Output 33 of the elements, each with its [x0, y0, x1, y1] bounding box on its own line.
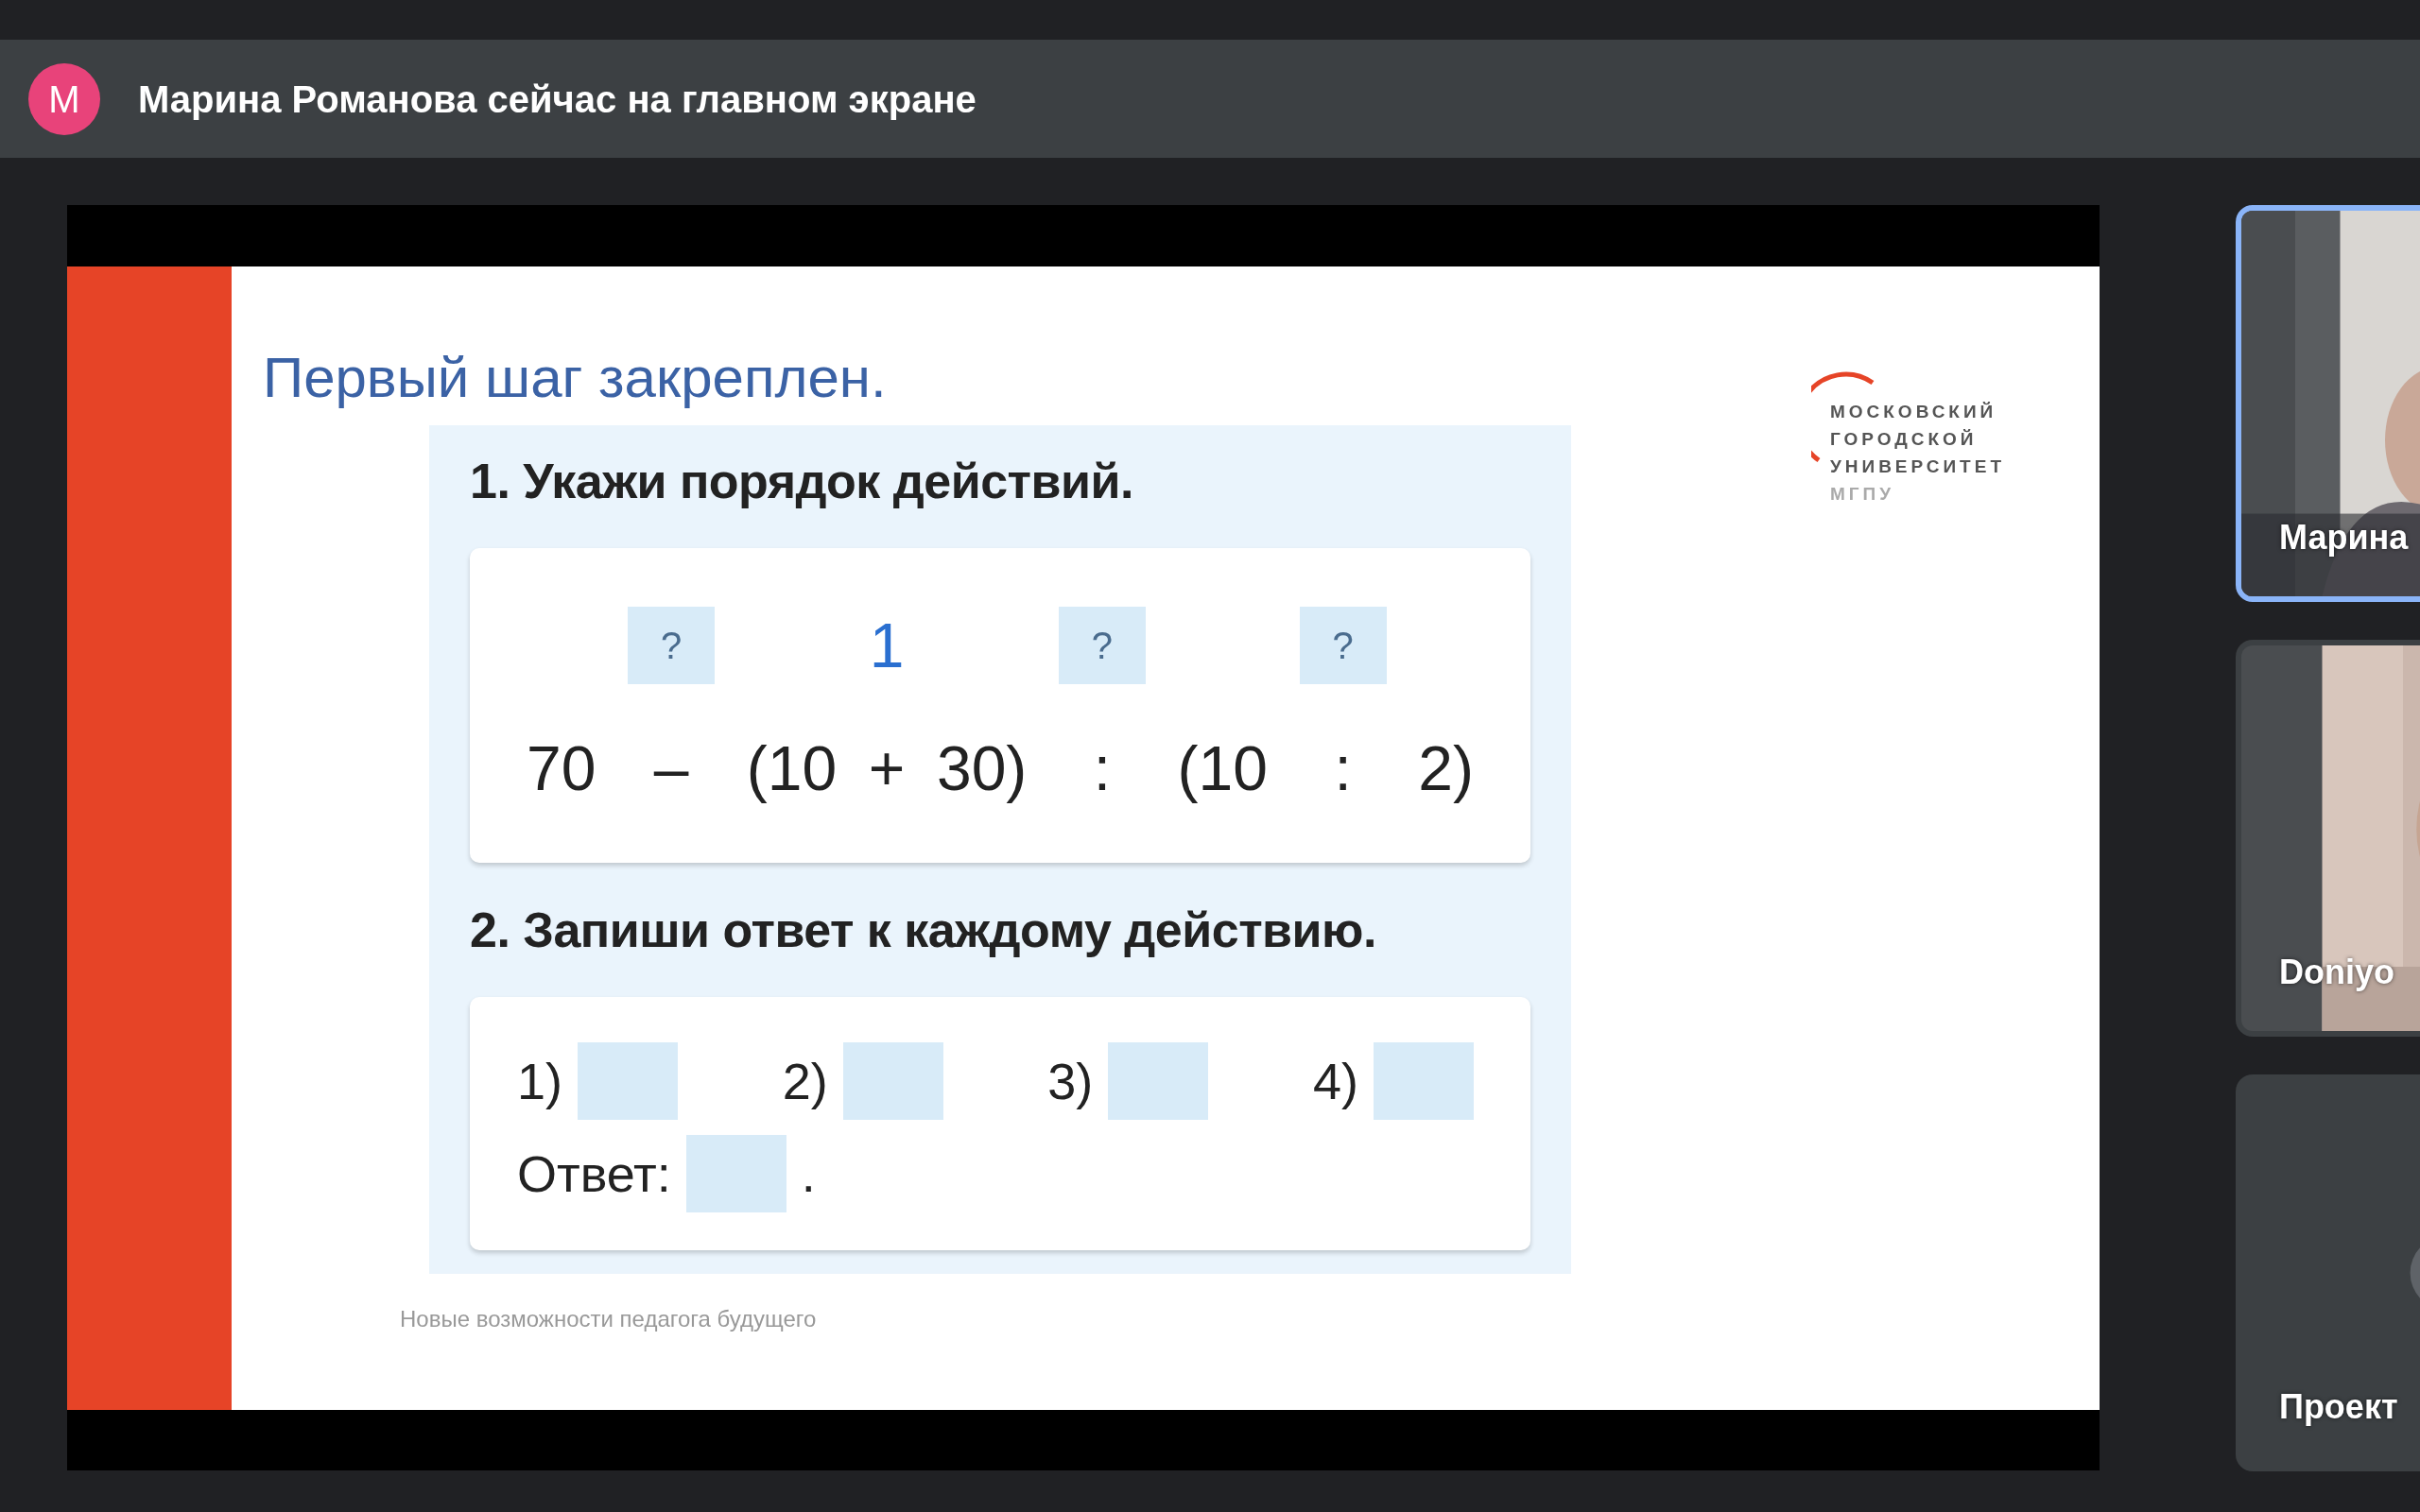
participant-tile[interactable]: Марина	[2236, 205, 2420, 602]
participant-name: Проект	[2279, 1386, 2398, 1428]
number-text: 30)	[936, 732, 1028, 805]
task-heading: 1. Укажи порядок действий.	[470, 453, 1134, 510]
participant-tile[interactable]: Проект	[2236, 1074, 2420, 1471]
operator-sign: –	[653, 732, 689, 805]
order-box: ?	[1299, 607, 1387, 684]
operator-sign: +	[868, 732, 906, 805]
step-label: 3)	[1047, 1051, 1094, 1111]
avatar: М	[28, 62, 100, 135]
number-text: 70	[527, 732, 596, 805]
number-text: (10	[1177, 732, 1268, 805]
step-label: 4)	[1312, 1051, 1358, 1111]
slide-footer: Новые возможности педагога будущего	[400, 1302, 2100, 1336]
participant-name: Марина	[2279, 517, 2409, 558]
task-heading: 2. Запиши ответ к каждому действию.	[470, 902, 1377, 959]
period-text: .	[801, 1143, 816, 1204]
order-box: ?	[628, 607, 716, 684]
step-label: 2)	[782, 1051, 828, 1111]
step-label: 1)	[517, 1051, 562, 1111]
logo-text: ГОРОДСКОЙ	[1829, 428, 1979, 451]
operator-sign: :	[1093, 732, 1112, 805]
logo-text: УНИВЕРСИТЕТ	[1829, 455, 2005, 478]
operator-sign: :	[1334, 732, 1352, 805]
order-box: ?	[1058, 607, 1146, 684]
logo-text: МОСКОВСКИЙ	[1829, 401, 1998, 423]
slide-title: Первый шаг закреплен.	[263, 350, 888, 406]
number-text: 2)	[1418, 732, 1474, 805]
logo-text: МГПУ	[1829, 483, 1895, 506]
number-text: (10	[746, 732, 838, 805]
presenter-notice: Марина Романова сейчас на главном экране	[138, 77, 977, 122]
answer-label: Ответ:	[517, 1143, 671, 1204]
order-number: 1	[869, 610, 905, 682]
